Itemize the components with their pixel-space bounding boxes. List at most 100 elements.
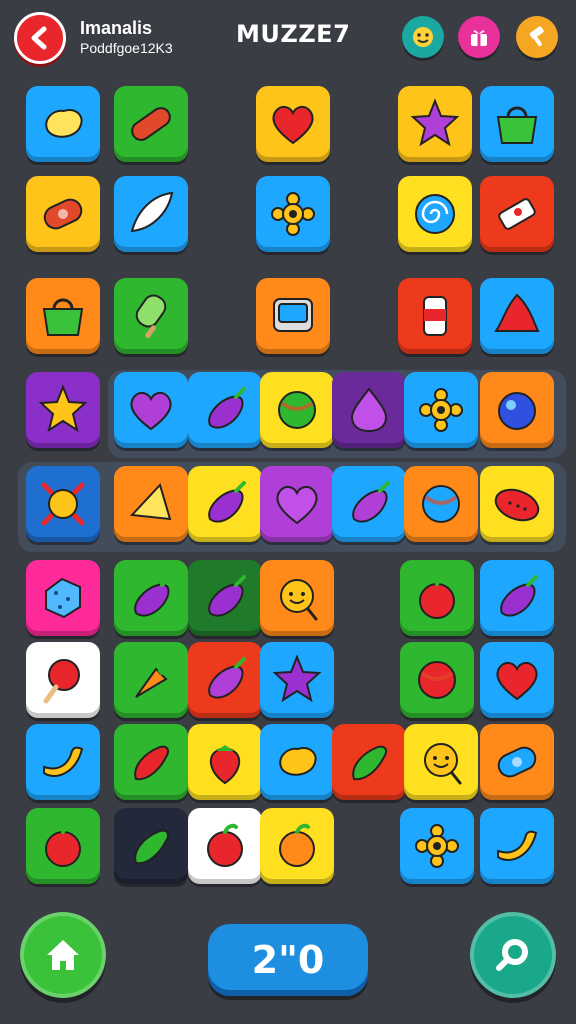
- board-tile[interactable]: [480, 86, 554, 162]
- chevron-left-icon: [31, 26, 47, 50]
- board-tile[interactable]: [398, 86, 472, 162]
- hammer-button[interactable]: [516, 16, 558, 58]
- heart-icon: [268, 475, 326, 533]
- pepper-icon: [122, 817, 180, 875]
- board-tile[interactable]: [404, 466, 478, 542]
- board-tile[interactable]: [188, 466, 262, 542]
- board-tile[interactable]: [256, 86, 330, 162]
- banana-icon: [488, 817, 546, 875]
- board-tile[interactable]: [404, 724, 478, 800]
- cookie-icon: [34, 569, 92, 627]
- strawberry-icon: [196, 733, 254, 791]
- board-tile[interactable]: [332, 372, 406, 448]
- board-tile[interactable]: [114, 642, 188, 718]
- board-tile[interactable]: [26, 642, 100, 718]
- watermelon-icon: [488, 475, 546, 533]
- board-tile[interactable]: [260, 642, 334, 718]
- board-tile[interactable]: [26, 560, 100, 636]
- lollipop-icon: [34, 651, 92, 709]
- board-tile[interactable]: [188, 724, 262, 800]
- heart-icon: [488, 651, 546, 709]
- board-tile[interactable]: [26, 808, 100, 884]
- flower-icon: [264, 185, 322, 243]
- banana-icon: [34, 733, 92, 791]
- star-icon: [406, 95, 464, 153]
- smiley-icon: [413, 27, 433, 47]
- board-tile[interactable]: [480, 176, 554, 252]
- board-tile[interactable]: [26, 86, 100, 162]
- bean-icon: [268, 733, 326, 791]
- eggplant-icon: [196, 569, 254, 627]
- eggplant-icon: [196, 381, 254, 439]
- board-tile[interactable]: [114, 466, 188, 542]
- back-button[interactable]: [14, 12, 66, 64]
- tv-icon: [264, 287, 322, 345]
- board-tile[interactable]: [260, 560, 334, 636]
- home-icon: [47, 940, 79, 970]
- board-tile[interactable]: [480, 466, 554, 542]
- board-tile[interactable]: [260, 466, 334, 542]
- flower-icon: [412, 381, 470, 439]
- apple-icon: [196, 817, 254, 875]
- board-tile[interactable]: [400, 642, 474, 718]
- apple-icon: [34, 817, 92, 875]
- board-tile[interactable]: [114, 86, 188, 162]
- board-tile[interactable]: [114, 176, 188, 252]
- board-tile[interactable]: [260, 724, 334, 800]
- game-title: MUZZE7: [236, 20, 351, 48]
- board-tile[interactable]: [400, 560, 474, 636]
- board-tile[interactable]: [188, 642, 262, 718]
- apple-icon: [268, 817, 326, 875]
- board-tile[interactable]: [114, 724, 188, 800]
- board-tile[interactable]: [480, 372, 554, 448]
- magnifier-icon: [496, 939, 528, 971]
- board-tile[interactable]: [188, 372, 262, 448]
- board-tile[interactable]: [26, 466, 100, 542]
- board-tile[interactable]: [332, 466, 406, 542]
- home-button[interactable]: [20, 912, 106, 998]
- board-tile[interactable]: [256, 278, 330, 354]
- board-tile[interactable]: [114, 808, 188, 884]
- board-tile[interactable]: [114, 372, 188, 448]
- board-tile[interactable]: [26, 724, 100, 800]
- heart-icon: [122, 381, 180, 439]
- bean-icon: [34, 95, 92, 153]
- board-tile[interactable]: [260, 372, 334, 448]
- board-tile[interactable]: [188, 560, 262, 636]
- board-tile[interactable]: [398, 278, 472, 354]
- board-tile[interactable]: [26, 176, 100, 252]
- drop-icon: [340, 381, 398, 439]
- timer-display: 2"0: [208, 924, 368, 996]
- carrot-icon: [122, 651, 180, 709]
- orb-icon: [488, 381, 546, 439]
- board-tile[interactable]: [398, 176, 472, 252]
- flower-icon: [408, 817, 466, 875]
- smiley-icon: [412, 733, 470, 791]
- board-tile[interactable]: [26, 278, 100, 354]
- board-tile[interactable]: [480, 642, 554, 718]
- top-bar: Imanalis Poddfgoe12K3 MUZZE7: [0, 0, 576, 80]
- board-tile[interactable]: [480, 724, 554, 800]
- board-tile[interactable]: [260, 808, 334, 884]
- board-tile[interactable]: [188, 808, 262, 884]
- ball-icon: [412, 475, 470, 533]
- smiley-button[interactable]: [402, 16, 444, 58]
- jar-icon: [406, 287, 464, 345]
- board-tile[interactable]: [114, 560, 188, 636]
- cheese-icon: [122, 475, 180, 533]
- gift-button[interactable]: [458, 16, 500, 58]
- board-tile[interactable]: [404, 372, 478, 448]
- hammer-icon: [529, 26, 544, 47]
- gift-icon: [471, 30, 487, 46]
- swirl-candy-icon: [406, 185, 464, 243]
- board-tile[interactable]: [400, 808, 474, 884]
- board-tile[interactable]: [480, 278, 554, 354]
- board-tile[interactable]: [480, 808, 554, 884]
- board-tile[interactable]: [332, 724, 406, 800]
- board-tile[interactable]: [114, 278, 188, 354]
- board-tile[interactable]: [26, 372, 100, 448]
- hint-button[interactable]: [470, 912, 556, 998]
- star-icon: [268, 651, 326, 709]
- board-tile[interactable]: [256, 176, 330, 252]
- board-tile[interactable]: [480, 560, 554, 636]
